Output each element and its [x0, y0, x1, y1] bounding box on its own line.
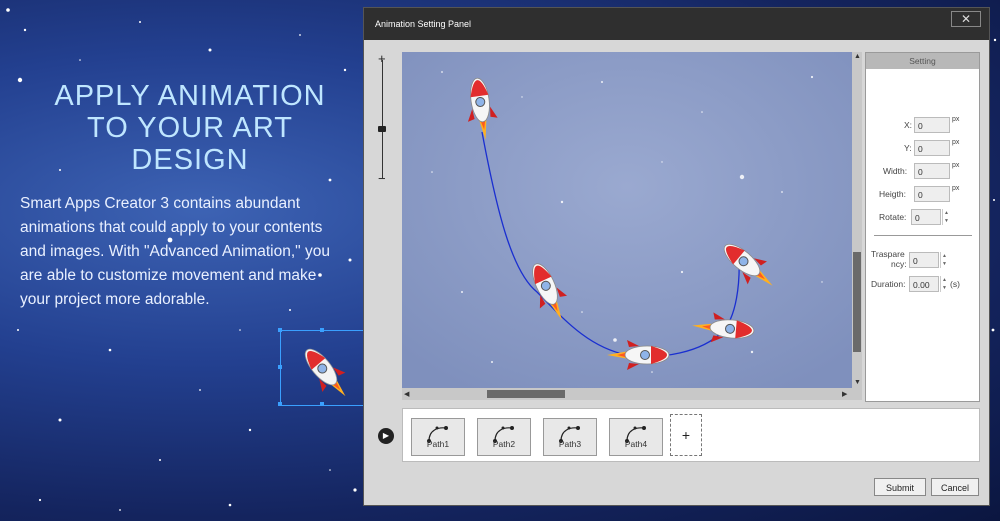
- hero-title: APPLY ANIMATION TO YOUR ART DESIGN: [20, 80, 360, 176]
- path-label: Path3: [558, 439, 582, 449]
- rocket-icon: [304, 348, 346, 397]
- height-input[interactable]: 0: [914, 186, 950, 202]
- resize-handle[interactable]: [320, 402, 324, 406]
- width-unit: px: [952, 162, 960, 169]
- duration-unit: (s): [950, 279, 960, 289]
- animation-setting-panel: Animation Setting Panel ✕ + − ▲ ▼ ◀ ▶ Se…: [363, 7, 990, 506]
- y-input[interactable]: 0: [914, 140, 950, 156]
- path-item-3[interactable]: Path3: [543, 418, 597, 456]
- animation-canvas[interactable]: [402, 52, 852, 388]
- canvas-vertical-scrollbar[interactable]: ▲ ▼: [852, 52, 862, 400]
- transparency-input[interactable]: 0: [909, 252, 939, 268]
- path-list: Path1 Path2 Path3 Path4 +: [402, 408, 980, 462]
- scroll-left-icon[interactable]: ◀: [404, 390, 409, 398]
- horizontal-scroll-thumb[interactable]: [487, 390, 565, 398]
- width-label: Width:: [883, 166, 908, 176]
- scroll-up-icon[interactable]: ▲: [854, 53, 861, 60]
- rotate-stepper[interactable]: ▲ ▼: [942, 209, 950, 225]
- vertical-scroll-thumb[interactable]: [853, 252, 861, 352]
- duration-stepper[interactable]: ▲ ▼: [940, 276, 948, 292]
- play-icon: ▶: [382, 431, 390, 440]
- zoom-slider-handle[interactable]: [378, 126, 386, 132]
- transparency-label-line-1: Traspare: [871, 249, 905, 259]
- hero-title-line-1: APPLY ANIMATION: [54, 80, 326, 112]
- cancel-button[interactable]: Cancel: [931, 478, 979, 496]
- close-icon: ✕: [960, 12, 972, 26]
- play-button[interactable]: ▶: [378, 428, 394, 444]
- setting-divider: [874, 235, 972, 236]
- close-button[interactable]: ✕: [951, 11, 981, 27]
- x-unit: px: [952, 116, 960, 123]
- setting-panel: Setting X: 0 px Y: 0 px Width: 0 px Heig…: [865, 52, 980, 402]
- x-input[interactable]: 0: [914, 117, 950, 133]
- path-label: Path2: [492, 439, 516, 449]
- hero-description: Smart Apps Creator 3 contains abundant a…: [20, 195, 330, 308]
- path-label: Path1: [426, 439, 450, 449]
- y-label: Y:: [904, 143, 912, 153]
- resize-handle[interactable]: [278, 402, 282, 406]
- submit-button[interactable]: Submit: [874, 478, 926, 496]
- panel-title: Animation Setting Panel: [375, 19, 472, 29]
- path-item-1[interactable]: Path1: [411, 418, 465, 456]
- path-item-4[interactable]: Path4: [609, 418, 663, 456]
- resize-handle[interactable]: [320, 328, 324, 332]
- x-label: X:: [904, 120, 913, 130]
- duration-input[interactable]: 0.00: [909, 276, 939, 292]
- canvas-artwork: [402, 52, 852, 388]
- selected-rocket-sprite[interactable]: [278, 328, 364, 406]
- add-path-button[interactable]: +: [670, 414, 702, 456]
- height-unit: px: [952, 185, 960, 192]
- transparency-stepper[interactable]: ▲ ▼: [940, 252, 948, 268]
- y-unit: px: [952, 139, 960, 146]
- zoom-slider-track[interactable]: [382, 60, 383, 178]
- panel-title-bar: Animation Setting Panel ✕: [364, 8, 989, 40]
- scroll-right-icon[interactable]: ▶: [842, 390, 847, 398]
- duration-label: Duration:: [871, 279, 906, 289]
- resize-handle[interactable]: [278, 328, 282, 332]
- rotate-input[interactable]: 0: [911, 209, 941, 225]
- width-input[interactable]: 0: [914, 163, 950, 179]
- height-label: Heigth:: [879, 189, 906, 199]
- canvas-horizontal-scrollbar[interactable]: ◀ ▶: [402, 388, 852, 400]
- scroll-down-icon[interactable]: ▼: [854, 379, 861, 386]
- transparency-label-line-2: ncy:: [891, 259, 907, 269]
- path-item-2[interactable]: Path2: [477, 418, 531, 456]
- path-label: Path4: [624, 439, 648, 449]
- rotate-label: Rotate:: [879, 212, 907, 222]
- resize-handle[interactable]: [278, 365, 282, 369]
- zoom-out-icon[interactable]: −: [378, 171, 386, 186]
- hero-title-line-3: DESIGN: [131, 144, 249, 176]
- hero-title-line-2: TO YOUR ART: [87, 112, 293, 144]
- setting-header: Setting: [866, 53, 979, 69]
